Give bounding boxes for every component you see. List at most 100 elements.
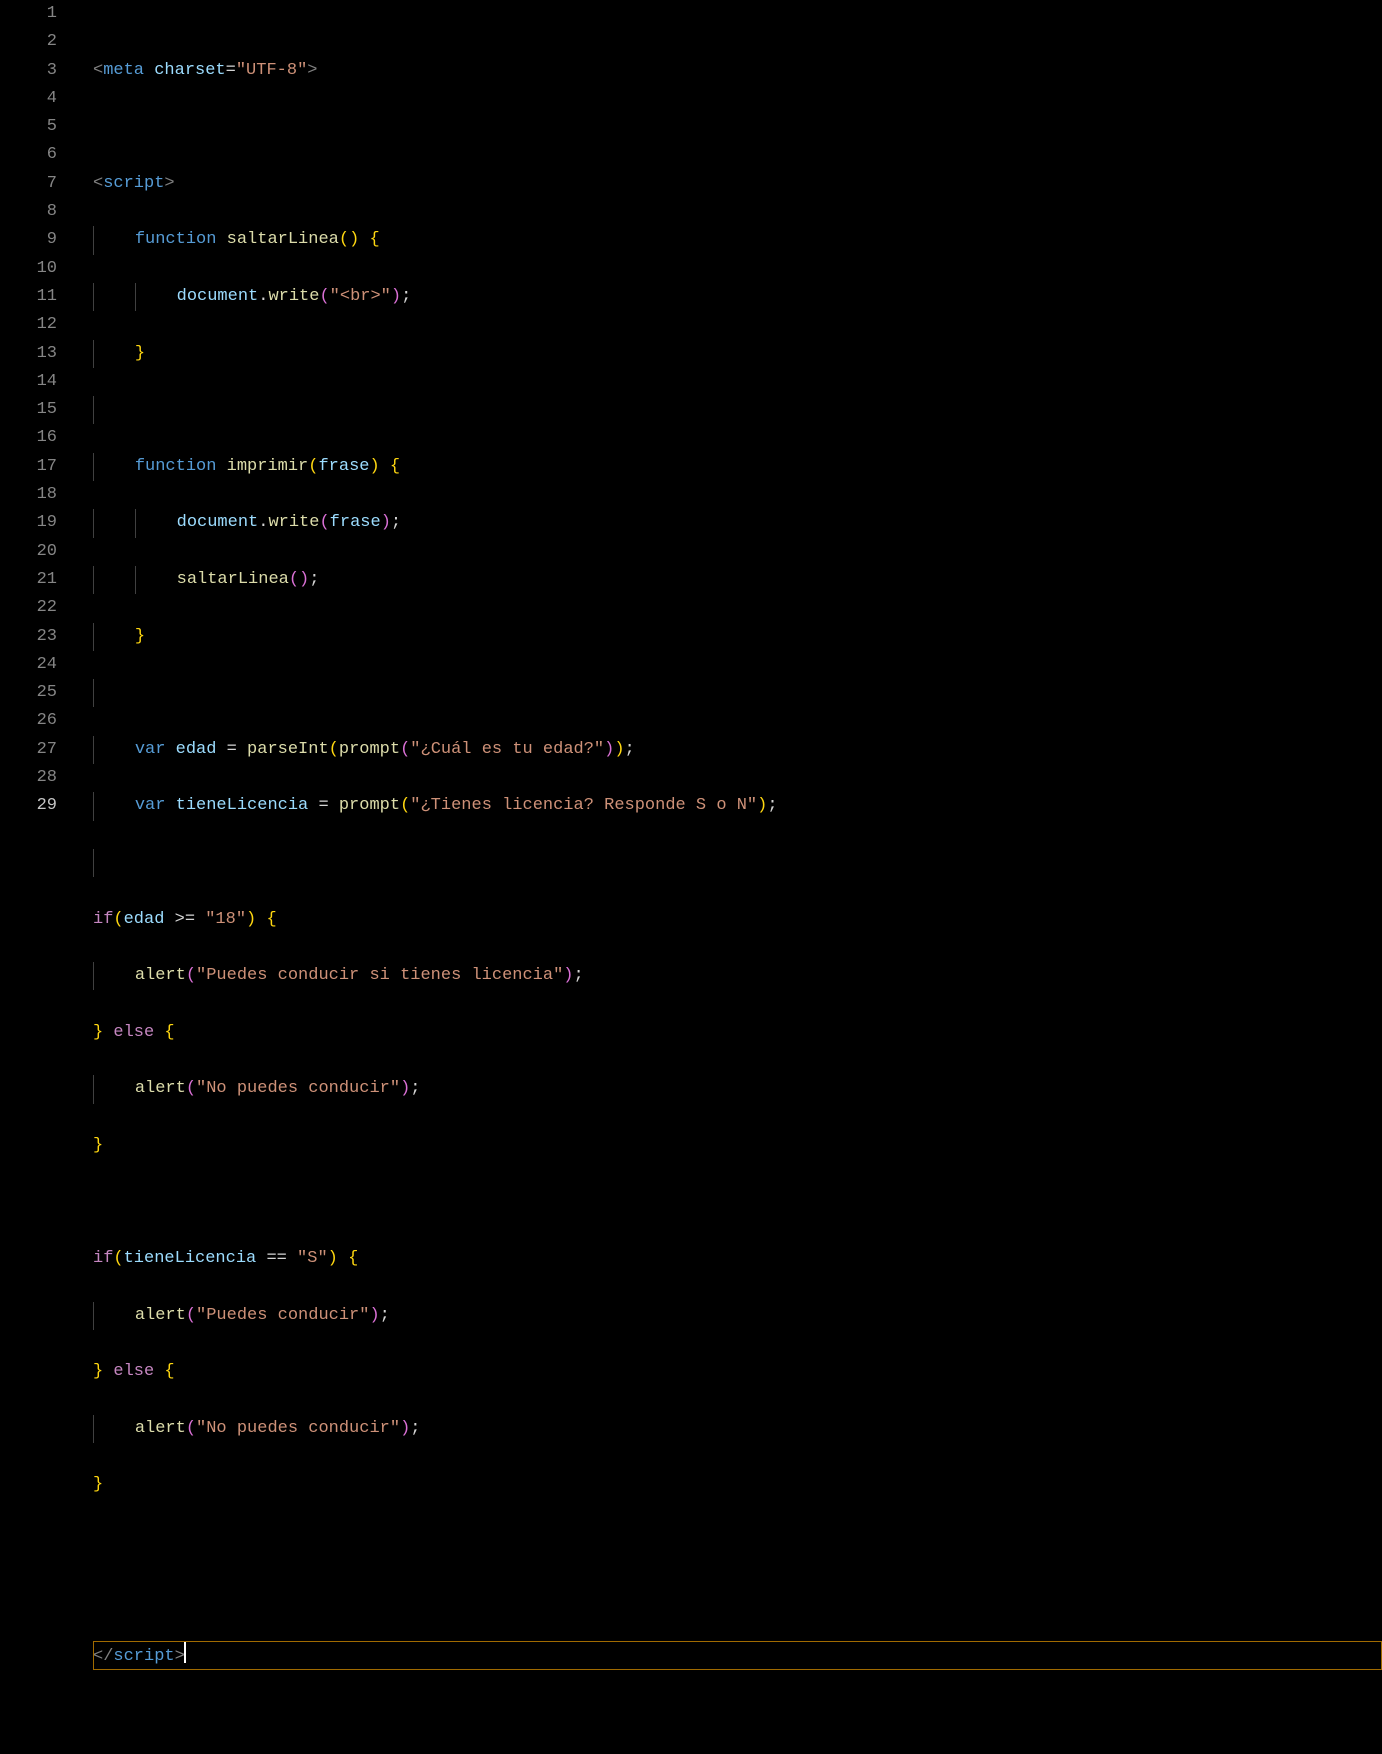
line-number[interactable]: 14 xyxy=(0,368,57,396)
function-name: imprimir xyxy=(227,457,309,476)
function-call: parseInt xyxy=(247,740,329,759)
code-line[interactable]: if(tieneLicencia == "S") { xyxy=(93,1245,1382,1273)
variable: edad xyxy=(124,910,165,929)
line-number[interactable]: 13 xyxy=(0,340,57,368)
keyword: function xyxy=(135,230,217,249)
code-line[interactable]: <meta charset="UTF-8"> xyxy=(93,57,1382,85)
line-number[interactable]: 3 xyxy=(0,57,57,85)
line-number[interactable]: 28 xyxy=(0,764,57,792)
method: write xyxy=(268,513,319,532)
code-line[interactable]: } else { xyxy=(93,1358,1382,1386)
code-line[interactable]: if(edad >= "18") { xyxy=(93,906,1382,934)
code-line[interactable]: document.write("<br>"); xyxy=(93,283,1382,311)
line-number[interactable]: 25 xyxy=(0,679,57,707)
line-number[interactable]: 10 xyxy=(0,255,57,283)
keyword: if xyxy=(93,1249,113,1268)
line-number[interactable]: 27 xyxy=(0,736,57,764)
string: "¿Tienes licencia? Responde S o N" xyxy=(410,796,757,815)
line-number[interactable]: 17 xyxy=(0,453,57,481)
line-number[interactable]: 20 xyxy=(0,538,57,566)
code-line[interactable]: saltarLinea(); xyxy=(93,566,1382,594)
keyword: var xyxy=(135,740,166,759)
code-line[interactable]: function imprimir(frase) { xyxy=(93,453,1382,481)
cursor-icon xyxy=(184,1641,186,1663)
function-call: saltarLinea xyxy=(177,570,289,589)
object: document xyxy=(177,513,259,532)
function-name: saltarLinea xyxy=(227,230,339,249)
tag-name: script xyxy=(103,174,164,193)
line-number[interactable]: 5 xyxy=(0,113,57,141)
line-number[interactable]: 11 xyxy=(0,283,57,311)
string: "Puedes conducir si tienes licencia" xyxy=(196,966,563,985)
code-line[interactable] xyxy=(93,849,1382,877)
tag-bracket: > xyxy=(307,61,317,80)
code-line[interactable]: alert("No puedes conducir"); xyxy=(93,1415,1382,1443)
line-number[interactable]: 21 xyxy=(0,566,57,594)
tag-name: meta xyxy=(103,61,144,80)
code-line[interactable]: } else { xyxy=(93,1019,1382,1047)
code-line[interactable]: function saltarLinea() { xyxy=(93,226,1382,254)
line-number[interactable]: 9 xyxy=(0,226,57,254)
code-line[interactable]: alert("Puedes conducir"); xyxy=(93,1302,1382,1330)
code-line-active[interactable]: </script> xyxy=(93,1641,1382,1669)
line-number[interactable]: 16 xyxy=(0,424,57,452)
string: "S" xyxy=(297,1249,328,1268)
string: "<br>" xyxy=(330,287,391,306)
string: "UTF-8" xyxy=(236,61,307,80)
line-number[interactable]: 12 xyxy=(0,311,57,339)
code-line[interactable] xyxy=(93,679,1382,707)
string: "¿Cuál es tu edad?" xyxy=(410,740,604,759)
code-line[interactable] xyxy=(93,113,1382,141)
line-number[interactable]: 2 xyxy=(0,28,57,56)
function-call: alert xyxy=(135,1419,186,1438)
string: "18" xyxy=(205,910,246,929)
param: frase xyxy=(318,457,369,476)
tag-bracket: </ xyxy=(93,1647,113,1666)
string: "No puedes conducir" xyxy=(196,1419,400,1438)
line-number[interactable]: 26 xyxy=(0,707,57,735)
code-editor[interactable]: 1234567891011121314151617181920212223242… xyxy=(0,0,1382,895)
variable: tieneLicencia xyxy=(176,796,309,815)
function-call: alert xyxy=(135,1306,186,1325)
method: write xyxy=(268,287,319,306)
keyword: function xyxy=(135,457,217,476)
line-number[interactable]: 22 xyxy=(0,594,57,622)
keyword: if xyxy=(93,910,113,929)
code-line[interactable] xyxy=(93,1585,1382,1613)
code-line[interactable]: } xyxy=(93,1132,1382,1160)
line-number[interactable]: 15 xyxy=(0,396,57,424)
code-line[interactable]: } xyxy=(93,1471,1382,1499)
function-call: alert xyxy=(135,966,186,985)
code-line[interactable] xyxy=(93,1188,1382,1216)
line-number[interactable]: 19 xyxy=(0,509,57,537)
code-line[interactable]: alert("Puedes conducir si tienes licenci… xyxy=(93,962,1382,990)
tag-bracket: > xyxy=(164,174,174,193)
line-number[interactable]: 23 xyxy=(0,623,57,651)
function-call: alert xyxy=(135,1079,186,1098)
keyword: var xyxy=(135,796,166,815)
code-line[interactable]: document.write(frase); xyxy=(93,509,1382,537)
line-number[interactable]: 7 xyxy=(0,170,57,198)
tag-bracket: < xyxy=(93,174,103,193)
code-line[interactable]: alert("No puedes conducir"); xyxy=(93,1075,1382,1103)
line-number[interactable]: 29 xyxy=(0,792,57,820)
object: document xyxy=(177,287,259,306)
code-line[interactable] xyxy=(93,396,1382,424)
line-number[interactable]: 6 xyxy=(0,141,57,169)
line-number[interactable]: 4 xyxy=(0,85,57,113)
tag-bracket: < xyxy=(93,61,103,80)
code-line[interactable]: var edad = parseInt(prompt("¿Cuál es tu … xyxy=(93,736,1382,764)
variable: edad xyxy=(176,740,217,759)
line-number[interactable]: 18 xyxy=(0,481,57,509)
variable: tieneLicencia xyxy=(124,1249,257,1268)
code-line[interactable]: var tieneLicencia = prompt("¿Tienes lice… xyxy=(93,792,1382,820)
line-number[interactable]: 24 xyxy=(0,651,57,679)
code-line[interactable]: <script> xyxy=(93,170,1382,198)
line-number[interactable]: 1 xyxy=(0,0,57,28)
variable: frase xyxy=(330,513,381,532)
code-line[interactable]: } xyxy=(93,340,1382,368)
code-area[interactable]: <meta charset="UTF-8"> <script> function… xyxy=(75,0,1382,895)
code-line[interactable]: } xyxy=(93,623,1382,651)
line-number[interactable]: 8 xyxy=(0,198,57,226)
code-line[interactable] xyxy=(93,1528,1382,1556)
